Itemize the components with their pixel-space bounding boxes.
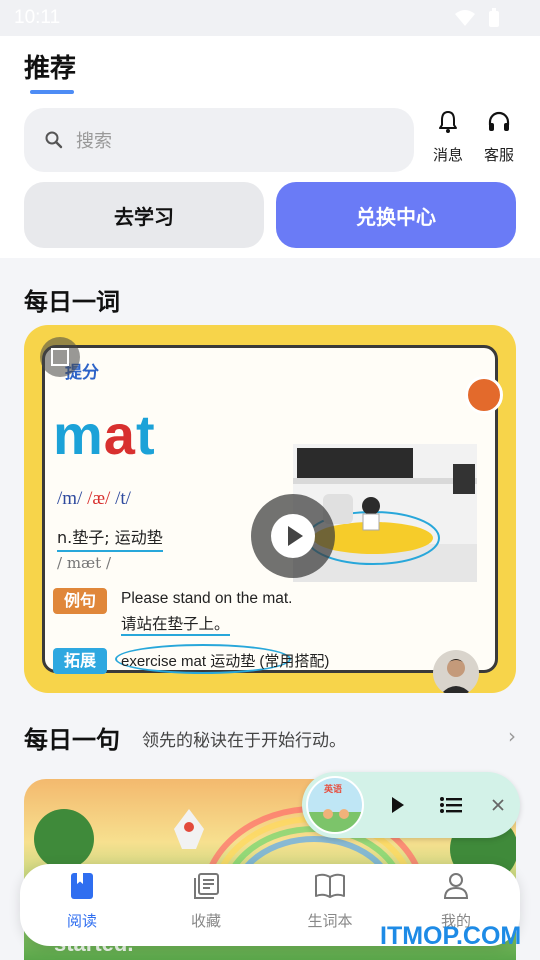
nav-item-favorites[interactable]: 收藏 [166,872,246,931]
nav-label-vocabulary: 生词本 [307,912,353,930]
exchange-center-button[interactable]: 兑换中心 [276,182,516,248]
word-ipa: / mæt / [57,554,111,572]
mini-player[interactable]: 英语 [302,772,520,838]
search-placeholder: 搜索 [76,131,112,152]
example-chinese: 请站在垫子上。 [121,612,230,636]
status-icons [454,8,500,28]
phonetic-2: /æ/ [87,488,111,509]
teacher-avatar [433,650,479,693]
bell-icon [439,111,457,133]
phonetic-3: /t/ [115,488,131,509]
example-chip: 例句 [53,588,107,614]
book-icon [71,873,93,899]
messages-button[interactable]: 消息 [426,110,470,165]
play-icon[interactable] [390,796,406,814]
messages-label: 消息 [432,146,463,164]
fullscreen-icon [51,348,69,366]
collection-icon [194,873,219,899]
top-panel: 推荐 搜索 消息 客服 去学习 兑换中心 [0,36,540,258]
title-underline [30,90,74,94]
go-study-button[interactable]: 去学习 [24,182,264,248]
word-letter-3: t [135,403,156,466]
nav-item-read[interactable]: 阅读 [42,872,122,931]
daily-sentence-title: 每日一句 [24,726,120,754]
search-icon [45,131,63,149]
headset-icon [488,111,510,131]
open-book-icon [315,873,345,898]
word-text: mat [53,402,156,467]
extension-text: exercise mat 运动垫 (常用搭配) [121,653,330,670]
customer-service-button[interactable]: 客服 [477,110,521,165]
close-icon[interactable] [492,799,504,811]
wifi-icon [455,10,475,26]
battery-icon [489,8,499,27]
service-label: 客服 [483,146,514,164]
status-time: 10:11 [14,7,61,28]
daily-word-title: 每日一词 [24,288,120,316]
daily-sentence-row[interactable]: 每日一句 领先的秘诀在于开始行动。 › [24,720,516,756]
chevron-right-icon: › [508,724,516,748]
fullscreen-badge[interactable] [40,337,80,377]
play-video-button[interactable] [251,494,335,578]
page-title: 推荐 [24,54,77,84]
playlist-icon[interactable] [440,796,462,814]
nav-label-favorites: 收藏 [190,912,221,930]
mascot-avatar [465,376,503,414]
nav-item-vocabulary[interactable]: 生词本 [290,872,370,931]
word-card-inner: 提分 mat /m/ /æ/ /t/ n.垫子; 运动垫 / mæt / 例句 … [42,345,503,693]
word-meaning: n.垫子; 运动垫 [57,524,163,552]
album-cover-title: 英语 [324,785,343,795]
site-watermark: ITMOP.COM [380,922,522,950]
phonetic-row: /m/ /æ/ /t/ [57,488,131,510]
word-letter-1: m [53,403,104,466]
user-icon [443,873,469,899]
status-bar: 10:11 [0,0,540,36]
daily-sentence-text: 领先的秘诀在于开始行动。 [142,731,346,751]
search-input[interactable]: 搜索 [24,108,414,172]
word-letter-2: a [103,403,136,466]
play-icon [271,514,315,558]
album-cover[interactable]: 英语 [306,776,364,834]
daily-word-card[interactable]: 提分 mat /m/ /æ/ /t/ n.垫子; 运动垫 / mæt / 例句 … [24,325,516,693]
example-english: Please stand on the mat. [121,590,293,607]
extension-chip: 拓展 [53,648,107,674]
phonetic-1: /m/ [57,488,83,509]
nav-label-read: 阅读 [66,912,97,930]
